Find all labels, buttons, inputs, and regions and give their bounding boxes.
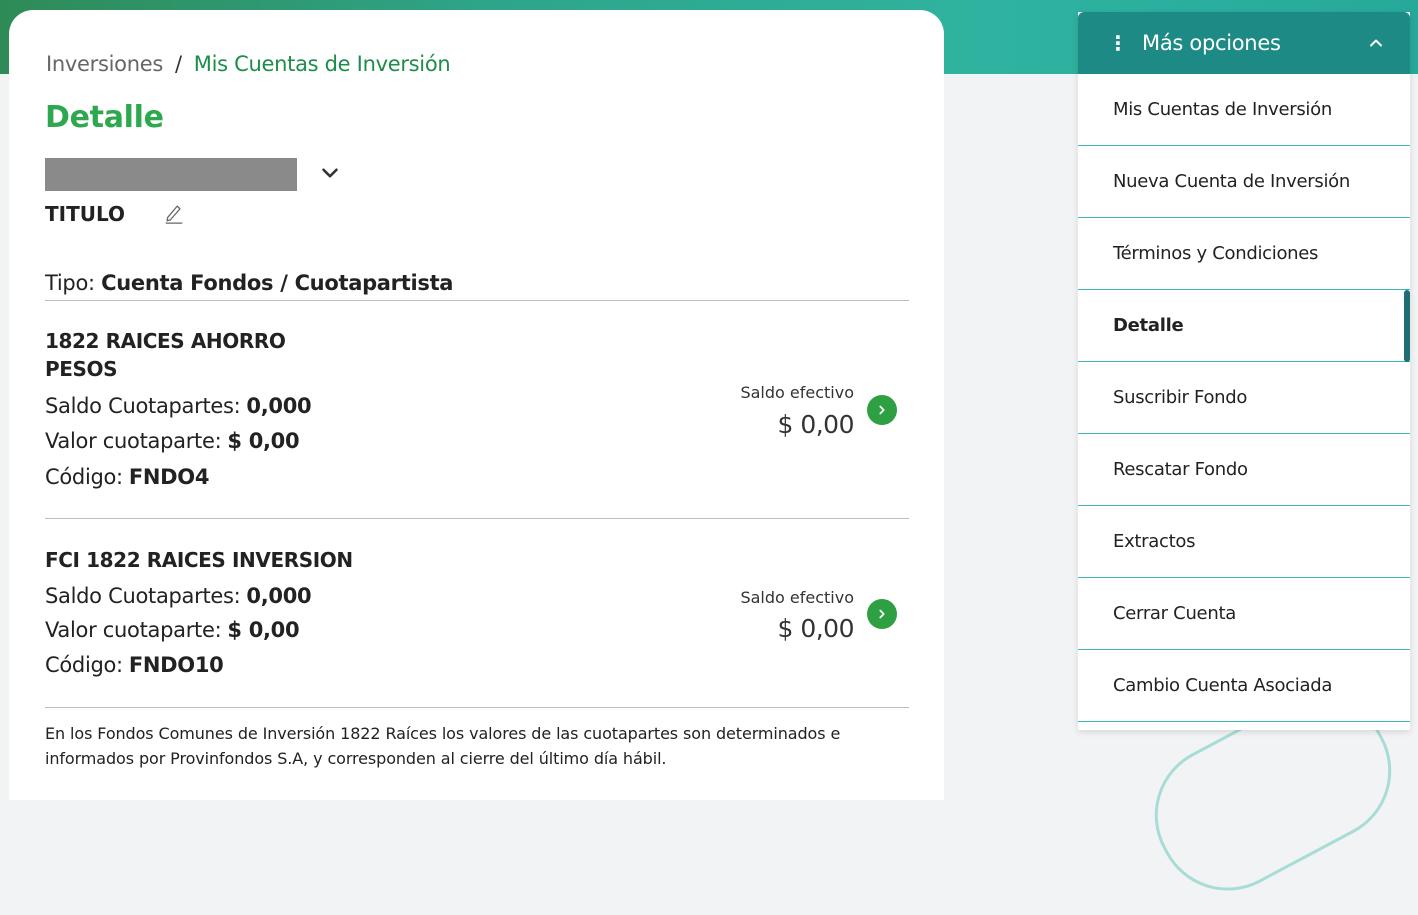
fund-saldo-cuotapartes: Saldo Cuotapartes: 0,000 [45,584,312,608]
codigo-value: FNDO10 [128,653,224,677]
fund-valor-cuotaparte: Valor cuotaparte: $ 0,00 [45,429,300,453]
menu-item-detalle[interactable]: Detalle [1078,290,1410,362]
valor-cuotaparte-value: $ 0,00 [227,618,300,642]
chevron-right-icon [879,405,885,415]
fund-detail-button[interactable] [867,395,897,425]
fund-detail-button[interactable] [867,599,897,629]
footnote-line: informados por Provinfondos S.A, y corre… [45,749,667,768]
menu-item-cerrar-cuenta[interactable]: Cerrar Cuenta [1078,578,1410,650]
fund-name: 1822 RAICES AHORRO PESOS [45,327,286,383]
account-title: TITULO [45,202,125,226]
footnote: En los Fondos Comunes de Inversión 1822 … [45,721,905,771]
menu-item-rescatar-fondo[interactable]: Rescatar Fondo [1078,434,1410,506]
breadcrumb: Inversiones / Mis Cuentas de Inversión [46,52,451,76]
saldo-cuotapartes-value: 0,000 [246,584,312,608]
valor-cuotaparte-label: Valor cuotaparte: [45,618,222,642]
breadcrumb-inversiones[interactable]: Inversiones [46,52,163,76]
valor-cuotaparte-value: $ 0,00 [227,429,300,453]
divider [45,518,909,519]
menu-item-nueva-cuenta[interactable]: Nueva Cuenta de Inversión [1078,146,1410,218]
chevron-up-icon [1370,39,1382,47]
account-type-label: Tipo: [45,271,95,295]
account-type-value: Cuenta Fondos / Cuotapartista [101,271,454,295]
codigo-label: Código: [45,653,123,677]
saldo-efectivo-label: Saldo efectivo [740,588,854,607]
detail-card: Inversiones / Mis Cuentas de Inversión Det… [9,10,944,800]
fund-name-line: PESOS [45,357,118,381]
saldo-efectivo-label: Saldo efectivo [740,383,854,402]
menu-item-suscribir-fondo[interactable]: Suscribir Fondo [1078,362,1410,434]
more-options-toggle[interactable]: ⋮ Más opciones [1078,12,1410,74]
account-type: Tipo: Cuenta Fondos / Cuotapartista [45,271,453,295]
breadcrumb-separator: / [174,52,182,76]
fund-codigo: Código: FNDO4 [45,465,209,489]
fund-name-line: FCI 1822 RAICES INVERSION [45,548,353,572]
fund-saldo-cuotapartes: Saldo Cuotapartes: 0,000 [45,394,312,418]
saldo-efectivo-value: $ 0,00 [777,614,854,643]
vertical-dots-icon: ⋮ [1108,31,1128,55]
saldo-efectivo-value: $ 0,00 [777,410,854,439]
menu-item-cambio-cuenta[interactable]: Cambio Cuenta Asociada [1078,650,1410,722]
pencil-icon[interactable] [163,202,185,224]
page-title: Detalle [45,100,164,135]
chevron-down-icon[interactable] [317,160,343,186]
saldo-cuotapartes-label: Saldo Cuotapartes: [45,394,241,418]
divider [45,707,909,708]
codigo-label: Código: [45,465,123,489]
saldo-cuotapartes-value: 0,000 [246,394,312,418]
menu-header-label: Más opciones [1142,31,1281,55]
codigo-value: FNDO4 [128,465,210,489]
menu-item-terminos[interactable]: Términos y Condiciones [1078,218,1410,290]
account-number-redacted [45,158,297,191]
breadcrumb-current[interactable]: Mis Cuentas de Inversión [194,52,451,76]
fund-valor-cuotaparte: Valor cuotaparte: $ 0,00 [45,618,300,642]
fund-codigo: Código: FNDO10 [45,653,224,677]
valor-cuotaparte-label: Valor cuotaparte: [45,429,222,453]
fund-name-line: 1822 RAICES AHORRO [45,329,286,353]
chevron-right-icon [879,609,885,619]
saldo-cuotapartes-label: Saldo Cuotapartes: [45,584,241,608]
divider [45,300,909,301]
footnote-line: En los Fondos Comunes de Inversión 1822 … [45,724,841,743]
more-options-menu: ⋮ Más opciones Mis Cuentas de Inversión … [1078,12,1410,730]
menu-item-extractos[interactable]: Extractos [1078,506,1410,578]
menu-item-mis-cuentas[interactable]: Mis Cuentas de Inversión [1078,74,1410,146]
fund-name: FCI 1822 RAICES INVERSION [45,546,353,574]
